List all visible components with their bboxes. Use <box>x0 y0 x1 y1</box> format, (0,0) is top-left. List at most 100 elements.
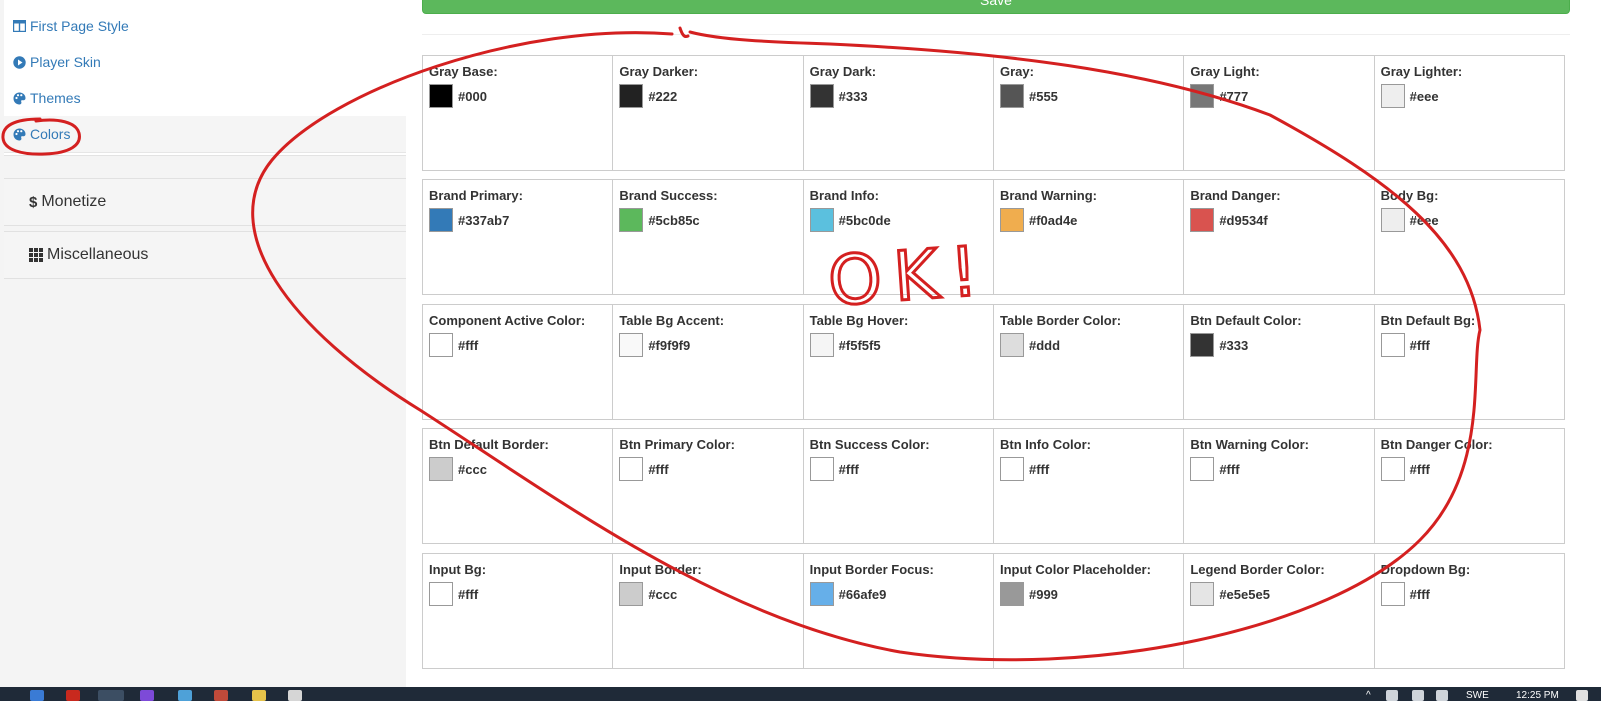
color-setting-cell: Brand Info: #5bc0de <box>802 179 994 295</box>
color-swatch[interactable] <box>1380 84 1405 108</box>
save-button[interactable]: Save <box>422 0 1570 14</box>
color-swatch[interactable] <box>619 582 644 606</box>
color-picker[interactable]: #999 <box>999 582 1177 606</box>
color-picker[interactable]: #fff <box>1380 333 1558 357</box>
color-swatch[interactable] <box>1380 208 1405 232</box>
volume-icon[interactable] <box>1436 690 1448 701</box>
color-picker[interactable]: #fff <box>619 457 796 481</box>
color-swatch[interactable] <box>429 457 453 481</box>
color-setting-cell: Brand Primary: #337ab7 <box>422 179 614 295</box>
color-picker[interactable]: #ddd <box>999 333 1177 357</box>
sidebar-item-player-skin[interactable]: Player Skin <box>4 44 406 81</box>
color-picker[interactable]: #fff <box>999 457 1177 481</box>
color-swatch[interactable] <box>1190 333 1215 357</box>
screen: First Page Style Player Skin Themes Colo… <box>0 0 1601 701</box>
tray-chevron-icon[interactable]: ^ <box>1366 690 1371 701</box>
app-icon[interactable] <box>66 690 80 701</box>
sidebar-group-miscellaneous[interactable]: Miscellaneous <box>4 231 406 279</box>
chrome-icon[interactable] <box>98 690 124 701</box>
color-picker[interactable]: #333 <box>1190 333 1367 357</box>
color-picker[interactable]: #66afe9 <box>809 582 987 606</box>
color-swatch[interactable] <box>999 582 1024 606</box>
color-setting-label: Table Bg Accent: <box>619 313 725 328</box>
cloud-icon[interactable] <box>1386 690 1398 701</box>
color-picker[interactable]: #555 <box>999 84 1177 108</box>
color-picker[interactable]: #ccc <box>429 457 606 481</box>
color-picker[interactable]: #fff <box>1380 457 1558 481</box>
color-swatch[interactable] <box>429 582 453 606</box>
sidebar-item-first-page-style[interactable]: First Page Style <box>4 8 406 45</box>
color-picker[interactable]: #777 <box>1190 84 1367 108</box>
color-picker[interactable]: #fff <box>809 457 987 481</box>
color-picker[interactable]: #f0ad4e <box>999 208 1177 232</box>
color-hex-value: #eee <box>1409 88 1439 104</box>
language-indicator[interactable]: SWE <box>1466 690 1489 701</box>
color-hex-value: #fff <box>1219 461 1240 477</box>
clock[interactable]: 12:25 PM <box>1516 690 1559 701</box>
color-picker[interactable]: #fff <box>429 582 606 606</box>
color-row: Input Bg: #fff Input Border: #ccc Input Bord… <box>422 553 1570 669</box>
color-picker[interactable]: #337ab7 <box>429 208 606 232</box>
sidebar-item-themes[interactable]: Themes <box>4 80 406 117</box>
color-swatch[interactable] <box>999 457 1024 481</box>
color-picker[interactable]: #ccc <box>619 582 796 606</box>
color-picker[interactable]: #000 <box>429 84 606 108</box>
color-swatch[interactable] <box>1380 333 1405 357</box>
color-swatch[interactable] <box>1190 457 1215 481</box>
color-picker[interactable]: #eee <box>1380 84 1558 108</box>
color-picker[interactable]: #5bc0de <box>809 208 987 232</box>
color-hex-value: #fff <box>458 586 479 602</box>
color-swatch[interactable] <box>809 582 834 606</box>
palette-icon <box>12 91 26 105</box>
color-swatch[interactable] <box>809 333 834 357</box>
color-swatch[interactable] <box>619 84 644 108</box>
color-setting-label: Gray Lighter: <box>1380 64 1463 79</box>
color-swatch[interactable] <box>429 208 453 232</box>
color-picker[interactable]: #d9534f <box>1190 208 1367 232</box>
color-swatch[interactable] <box>809 84 834 108</box>
color-hex-value: #fff <box>1409 461 1430 477</box>
color-swatch[interactable] <box>1380 582 1405 606</box>
color-setting-label: Body Bg: <box>1380 188 1439 203</box>
color-swatch[interactable] <box>999 208 1024 232</box>
color-picker[interactable]: #fff <box>1190 457 1367 481</box>
sidebar-item-colors[interactable]: Colors <box>4 116 406 153</box>
color-swatch[interactable] <box>1380 457 1405 481</box>
color-setting-cell: Dropdown Bg: #fff <box>1373 553 1565 669</box>
color-setting-label: Btn Primary Color: <box>619 437 735 452</box>
color-picker[interactable]: #222 <box>619 84 796 108</box>
network-tray-icon[interactable] <box>1412 690 1424 701</box>
app-icon-3[interactable] <box>288 690 302 701</box>
sidebar-group-monetize[interactable]: $ Monetize <box>4 178 406 226</box>
color-hex-value: #337ab7 <box>458 212 510 228</box>
visual-studio-icon[interactable] <box>140 690 154 701</box>
color-swatch[interactable] <box>999 84 1024 108</box>
color-picker[interactable]: #f9f9f9 <box>619 333 796 357</box>
mail-icon[interactable] <box>30 690 44 701</box>
color-picker[interactable]: #eee <box>1380 208 1558 232</box>
color-swatch[interactable] <box>1190 208 1215 232</box>
color-picker[interactable]: #f5f5f5 <box>809 333 987 357</box>
app-icon-2[interactable] <box>214 690 228 701</box>
color-swatch[interactable] <box>1190 582 1215 606</box>
color-setting-label: Gray Darker: <box>619 64 699 79</box>
color-swatch[interactable] <box>619 208 644 232</box>
color-swatch[interactable] <box>429 84 453 108</box>
color-setting-label: Brand Info: <box>809 188 879 203</box>
color-swatch[interactable] <box>1190 84 1215 108</box>
color-swatch[interactable] <box>809 208 834 232</box>
color-swatch[interactable] <box>619 457 644 481</box>
color-picker[interactable]: #e5e5e5 <box>1190 582 1367 606</box>
color-swatch[interactable] <box>619 333 644 357</box>
network-icon[interactable] <box>178 690 192 701</box>
color-picker[interactable]: #fff <box>429 333 606 357</box>
color-picker[interactable]: #fff <box>1380 582 1558 606</box>
color-swatch[interactable] <box>999 333 1024 357</box>
palette-icon <box>12 127 26 141</box>
notifications-icon[interactable] <box>1576 690 1588 701</box>
color-picker[interactable]: #5cb85c <box>619 208 796 232</box>
notepad-icon[interactable] <box>252 690 266 701</box>
color-swatch[interactable] <box>809 457 834 481</box>
color-picker[interactable]: #333 <box>809 84 987 108</box>
color-swatch[interactable] <box>429 333 453 357</box>
